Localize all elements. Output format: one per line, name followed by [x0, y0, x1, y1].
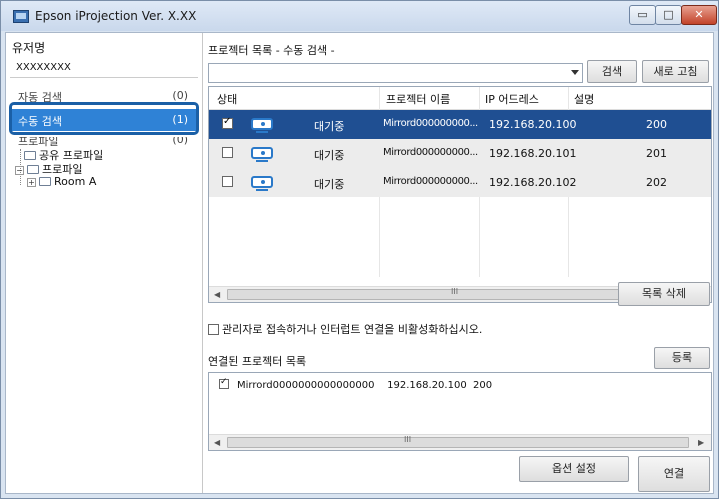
row-checkbox[interactable]: [222, 147, 233, 158]
row-status: 대기중: [314, 149, 345, 162]
scrollbar-grip: III: [404, 435, 412, 444]
row-description: 202: [646, 176, 667, 189]
sidebar-item-count: (0): [172, 90, 188, 102]
row-projector-name: Mirrord000000000...: [383, 118, 478, 129]
refresh-button[interactable]: 새로 고침: [642, 60, 709, 83]
scroll-right-icon[interactable]: ▶: [698, 438, 704, 447]
table-row[interactable]: 대기중 Mirrord000000000... 192.168.20.102 2…: [209, 168, 711, 197]
sidebar: 유저명 XXXXXXXX 자동 검색 (0) 수동 검색 (1) 프로파일 (0…: [6, 33, 203, 493]
projector-icon: [251, 176, 273, 191]
row-status: 대기중: [314, 120, 345, 133]
folder-icon: [24, 151, 36, 160]
row-checkbox[interactable]: [222, 116, 233, 129]
row-ip-address: 192.168.20.101: [489, 147, 577, 160]
focus-highlight: [9, 102, 199, 135]
list-item[interactable]: Mirrord0000000000000000 192.168.20.100 2…: [219, 377, 493, 391]
projector-table: 상태 프로젝터 이름 IP 어드레스 설명 대기중 Mirrord0000000…: [208, 86, 712, 303]
row-description: 200: [646, 118, 667, 131]
connected-item-name: Mirrord0000000000000000: [237, 380, 375, 391]
minimize-button[interactable]: ▭: [629, 5, 656, 25]
connected-horizontal-scrollbar[interactable]: ◀ III ▶: [209, 434, 711, 450]
client-area: 유저명 XXXXXXXX 자동 검색 (0) 수동 검색 (1) 프로파일 (0…: [5, 32, 714, 494]
projector-list-title: 프로젝터 목록 - 수동 검색 -: [208, 44, 335, 57]
sidebar-item-label: 자동 검색: [18, 91, 62, 102]
admin-option[interactable]: 관리자로 접속하거나 인터럽트 연결을 비활성화하십시오.: [208, 321, 482, 337]
row-projector-name: Mirrord000000000...: [383, 147, 478, 158]
column-header-status[interactable]: 상태: [217, 91, 237, 107]
window-title: Epson iProjection Ver. X.XX: [35, 9, 197, 23]
sidebar-item-label: 프로파일: [18, 137, 59, 147]
connected-item-checkbox[interactable]: [219, 377, 229, 389]
connect-button[interactable]: 연결: [638, 456, 710, 492]
delete-list-button[interactable]: 목록 삭제: [618, 282, 710, 306]
sidebar-item-auto-search[interactable]: 자동 검색 (0): [10, 90, 198, 102]
expand-icon[interactable]: +: [27, 178, 36, 187]
row-status: 대기중: [314, 178, 345, 191]
username-value[interactable]: XXXXXXXX: [16, 62, 71, 73]
app-logo-icon: [13, 10, 29, 23]
column-header-description[interactable]: 설명: [574, 91, 594, 107]
projector-icon: [251, 118, 273, 133]
sidebar-item-profile[interactable]: 프로파일 (0): [10, 137, 198, 147]
search-button[interactable]: 검색: [587, 60, 637, 83]
row-description: 201: [646, 147, 667, 160]
scrollbar-thumb[interactable]: [227, 437, 689, 448]
connected-item-description: 200: [473, 380, 493, 391]
projector-icon: [251, 147, 273, 162]
row-checkbox[interactable]: [222, 176, 233, 187]
connected-item-ip: 192.168.20.100: [387, 380, 467, 391]
title-bar: Epson iProjection Ver. X.XX ▭ □ ✕: [1, 1, 718, 31]
folder-icon: [39, 177, 51, 186]
scrollbar-grip: III: [451, 287, 459, 296]
scroll-left-icon[interactable]: ◀: [214, 290, 220, 299]
admin-checkbox[interactable]: [208, 324, 219, 335]
register-button[interactable]: 등록: [654, 347, 710, 369]
row-projector-name: Mirrord000000000...: [383, 176, 478, 187]
scroll-left-icon[interactable]: ◀: [214, 438, 220, 447]
app-window: Epson iProjection Ver. X.XX ▭ □ ✕ 유저명 XX…: [0, 0, 719, 499]
maximize-button[interactable]: □: [655, 5, 682, 25]
row-ip-address: 192.168.20.100: [489, 118, 577, 131]
connected-projector-list: Mirrord0000000000000000 192.168.20.100 2…: [208, 372, 712, 451]
options-button[interactable]: 옵션 설정: [519, 456, 629, 482]
sidebar-item-count: (0): [172, 137, 188, 146]
admin-checkbox-label: 관리자로 접속하거나 인터럽트 연결을 비활성화하십시오.: [222, 323, 483, 336]
chevron-down-icon[interactable]: [571, 70, 579, 75]
connected-list-title: 연결된 프로젝터 목록: [208, 355, 307, 368]
column-header-ip[interactable]: IP 어드레스: [485, 91, 539, 107]
tree-item-room-a[interactable]: + Room A: [27, 175, 96, 188]
folder-open-icon: [27, 165, 39, 174]
username-label: 유저명: [12, 41, 46, 55]
table-header: 상태 프로젝터 이름 IP 어드레스 설명: [209, 87, 711, 110]
search-address-combo[interactable]: [208, 63, 583, 83]
tree-item-label: Room A: [54, 175, 97, 188]
column-header-name[interactable]: 프로젝터 이름: [386, 91, 450, 107]
sidebar-divider: [10, 77, 198, 78]
table-row[interactable]: 대기중 Mirrord000000000... 192.168.20.100 2…: [209, 110, 711, 139]
close-button[interactable]: ✕: [681, 5, 717, 25]
row-ip-address: 192.168.20.102: [489, 176, 577, 189]
table-row[interactable]: 대기중 Mirrord000000000... 192.168.20.101 2…: [209, 139, 711, 168]
collapse-icon[interactable]: −: [15, 166, 24, 175]
